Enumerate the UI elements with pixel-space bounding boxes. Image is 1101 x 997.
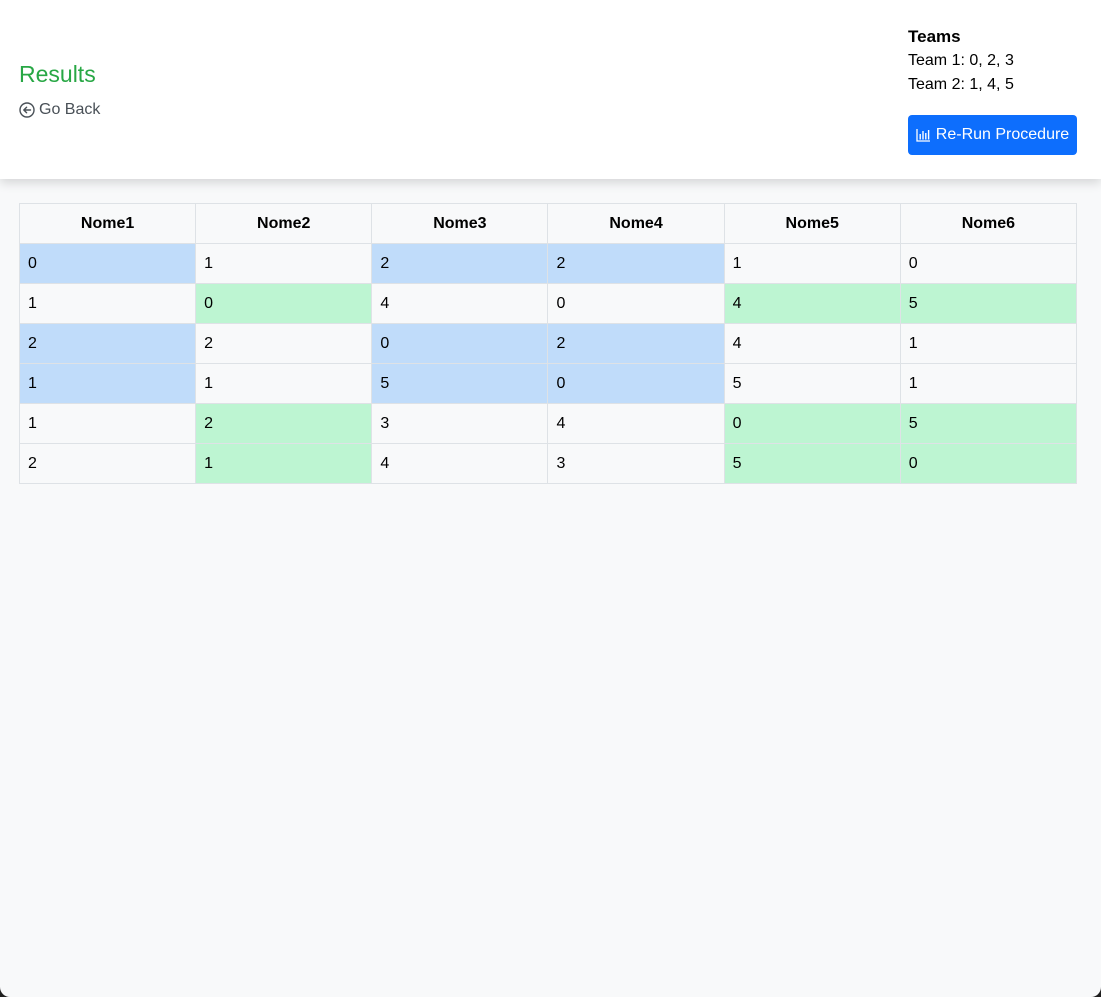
results-table: Nome1 Nome2 Nome3 Nome4 Nome5 Nome6 0 1 …	[18, 203, 1078, 484]
table-row: 0 1 2 2 1 0	[18, 243, 1078, 284]
bar-chart-icon	[916, 129, 930, 142]
table-cell: 1	[18, 403, 197, 444]
table-cell: 5	[899, 403, 1078, 444]
table-cell: 0	[371, 323, 549, 364]
table-cell: 1	[195, 443, 373, 484]
table-cell: 0	[899, 243, 1078, 284]
table-cell: 2	[195, 403, 373, 444]
column-header: Nome3	[371, 203, 549, 244]
table-cell: 1	[195, 243, 373, 284]
teams-title: Teams	[908, 27, 961, 46]
column-header: Nome1	[18, 203, 197, 244]
table-cell: 4	[371, 283, 549, 324]
go-back-link[interactable]: Go Back	[19, 99, 100, 121]
table-cell: 5	[899, 283, 1078, 324]
table-cell: 1	[18, 283, 197, 324]
table-cell: 0	[547, 283, 725, 324]
column-header: Nome6	[899, 203, 1078, 244]
rerun-procedure-label: Re-Run Procedure	[935, 126, 1070, 143]
page: Results Go Back Teams Team 1: 0, 2, 3 Te…	[0, 0, 1101, 997]
table-row: 1 0 4 0 4 5	[18, 283, 1078, 324]
table-cell: 4	[723, 283, 901, 324]
column-header: Nome4	[547, 203, 725, 244]
table-cell: 4	[547, 403, 725, 444]
table-cell: 0	[18, 243, 197, 284]
table-row: 2 1 4 3 5 0	[18, 443, 1078, 484]
table-cell: 0	[899, 443, 1078, 484]
teams-panel: Teams Team 1: 0, 2, 3 Team 2: 1, 4, 5	[908, 25, 1078, 97]
team-1-members: Team 1: 0, 2, 3	[908, 52, 1014, 69]
table-cell: 5	[723, 363, 901, 404]
table-cell: 0	[547, 363, 725, 404]
table-cell: 4	[723, 323, 901, 364]
table-cell: 1	[195, 363, 373, 404]
column-header: Nome5	[723, 203, 901, 244]
table-cell: 2	[18, 323, 197, 364]
table-cell: 5	[371, 363, 549, 404]
table-cell: 1	[18, 363, 197, 404]
arrow-left-circle-icon	[19, 102, 35, 118]
table-cell: 2	[547, 243, 725, 284]
table-row: 1 1 5 0 5 1	[18, 363, 1078, 404]
table-cell: 0	[195, 283, 373, 324]
column-header: Nome2	[195, 203, 373, 244]
header: Results Go Back Teams Team 1: 0, 2, 3 Te…	[0, 0, 1101, 179]
table-cell: 2	[371, 243, 549, 284]
table-cell: 1	[899, 323, 1078, 364]
table-cell: 5	[723, 443, 901, 484]
table-cell: 4	[371, 443, 549, 484]
table-cell: 1	[723, 243, 901, 284]
table-cell: 2	[18, 443, 197, 484]
page-title: Results	[19, 61, 96, 87]
table-cell: 3	[371, 403, 549, 444]
table-row: 2 2 0 2 4 1	[18, 323, 1078, 364]
table-header-row: Nome1 Nome2 Nome3 Nome4 Nome5 Nome6	[18, 203, 1078, 244]
table-row: 1 2 3 4 0 5	[18, 403, 1078, 444]
table-cell: 1	[899, 363, 1078, 404]
rerun-procedure-button[interactable]: Re-Run Procedure	[908, 115, 1077, 155]
table-cell: 2	[195, 323, 373, 364]
table-cell: 0	[723, 403, 901, 444]
go-back-label: Go Back	[39, 101, 101, 118]
table-cell: 2	[547, 323, 725, 364]
team-2-members: Team 2: 1, 4, 5	[908, 76, 1014, 93]
table-cell: 3	[547, 443, 725, 484]
